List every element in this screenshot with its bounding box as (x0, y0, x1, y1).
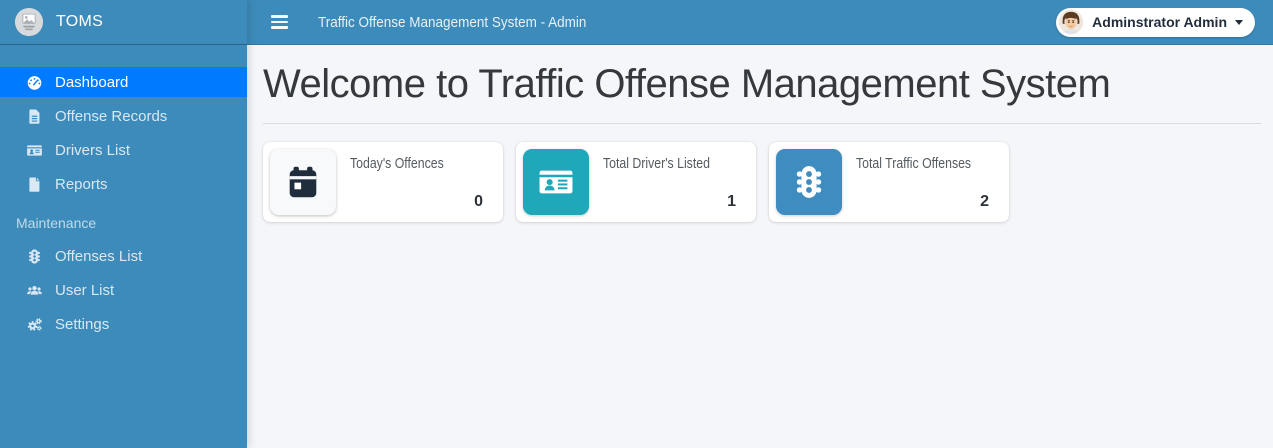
divider (263, 123, 1261, 124)
sidebar-item-offense-records[interactable]: Offense Records (0, 101, 247, 131)
stat-card-total-drivers: Total Driver's Listed 1 (516, 142, 756, 222)
page-title: Welcome to Traffic Offense Management Sy… (263, 62, 1111, 106)
stat-cards-row: Today's Offences 0 Total Driver's Listed… (263, 142, 1261, 222)
stat-card-label: Total Driver's Listed (603, 155, 710, 172)
stat-card-value: 1 (727, 193, 736, 210)
user-menu-button[interactable]: Adminstrator Admin (1056, 7, 1255, 37)
sidebar-item-label: Reports (55, 175, 108, 193)
brand-name: TOMS (56, 13, 104, 30)
stat-card-total-offenses: Total Traffic Offenses 2 (769, 142, 1009, 222)
menu-toggle-button[interactable] (269, 11, 290, 32)
traffic-light-icon (24, 248, 44, 265)
sidebar-nav: Dashboard Offense Records Drivers List R… (0, 45, 247, 343)
sidebar-item-label: Drivers List (55, 141, 131, 159)
app-window: TOMS Dashboard Offense Records Drivers L… (0, 0, 1273, 448)
stat-card-label: Today's Offences (350, 155, 444, 172)
brand-link[interactable]: TOMS (0, 0, 247, 45)
sidebar-item-label: User List (55, 281, 115, 299)
brand-logo-icon (14, 7, 44, 37)
stat-card-value: 2 (980, 193, 989, 210)
content-area: Welcome to Traffic Offense Management Sy… (247, 45, 1273, 222)
sidebar-section-maintenance: Maintenance (16, 215, 97, 231)
sidebar-item-label: Offense Records (55, 107, 168, 125)
sidebar-item-label: Dashboard (55, 73, 129, 91)
sidebar-item-label: Offenses List (55, 247, 143, 265)
sidebar: TOMS Dashboard Offense Records Drivers L… (0, 0, 247, 448)
sidebar-item-settings[interactable]: Settings (0, 309, 247, 339)
users-icon (24, 282, 44, 299)
cogs-icon (24, 316, 44, 333)
file-icon (24, 176, 44, 193)
tachometer-icon (24, 74, 44, 91)
id-card-icon (24, 142, 44, 159)
stat-card-todays-offences: Today's Offences 0 (263, 142, 503, 222)
file-lines-icon (24, 108, 44, 125)
id-card-icon (523, 149, 589, 215)
topbar: Traffic Offense Management System - Admi… (247, 0, 1273, 45)
stat-card-value: 0 (474, 193, 483, 210)
sidebar-item-user-list[interactable]: User List (0, 275, 247, 305)
sidebar-item-reports[interactable]: Reports (0, 169, 247, 199)
stat-card-label: Total Traffic Offenses (856, 155, 972, 172)
caret-down-icon (1235, 20, 1243, 25)
user-avatar (1058, 9, 1084, 35)
calendar-icon (270, 149, 336, 215)
sidebar-item-label: Settings (55, 315, 110, 333)
traffic-light-icon (776, 149, 842, 215)
user-name: Adminstrator Admin (1092, 14, 1227, 30)
sidebar-item-offenses-list[interactable]: Offenses List (0, 241, 247, 271)
sidebar-item-drivers-list[interactable]: Drivers List (0, 135, 247, 165)
main-column: Traffic Offense Management System - Admi… (247, 0, 1273, 448)
topbar-title: Traffic Offense Management System - Admi… (318, 13, 587, 31)
sidebar-item-dashboard[interactable]: Dashboard (0, 67, 247, 97)
